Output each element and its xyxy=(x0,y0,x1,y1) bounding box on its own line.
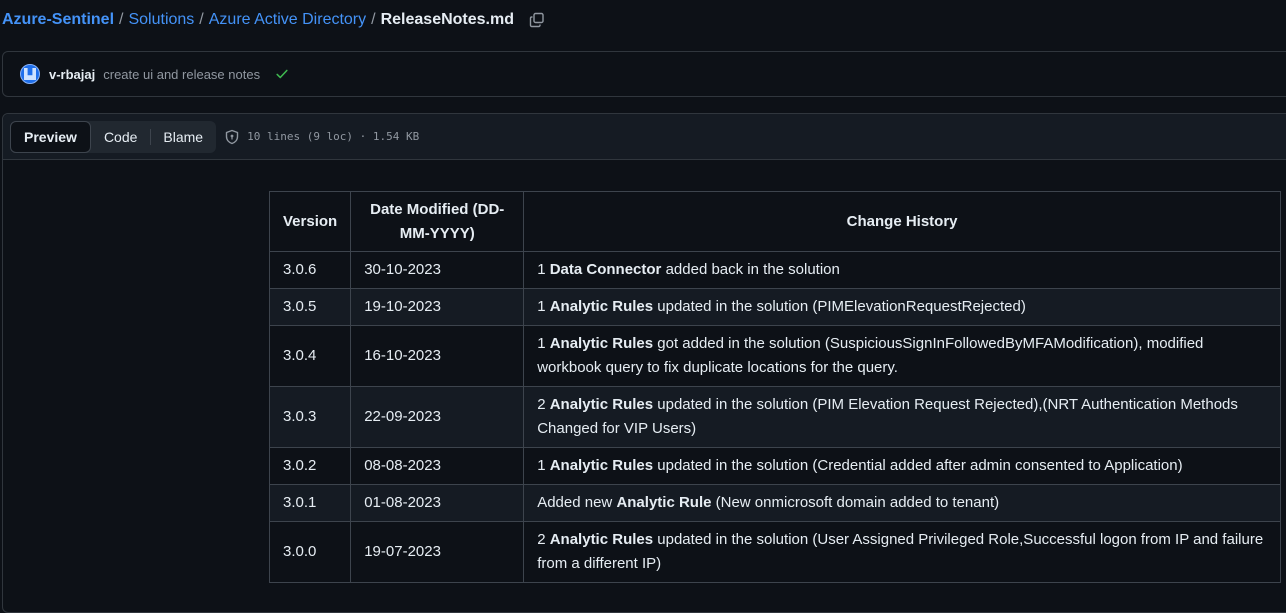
cell-version: 3.0.6 xyxy=(268,251,352,289)
table-row: 3.0.6 30-10-2023 1 Data Connector added … xyxy=(268,251,1281,289)
commit-message-link[interactable]: create ui and release notes xyxy=(103,67,260,82)
change-text: 2 xyxy=(537,531,550,548)
change-bold-text: Analytic Rules xyxy=(549,531,654,548)
cell-date: 19-07-2023 xyxy=(350,521,525,583)
breadcrumb-separator: / xyxy=(199,11,204,28)
cell-version: 3.0.1 xyxy=(268,484,352,522)
change-text: updated in the solution (PIMElevationReq… xyxy=(653,298,1026,315)
change-bold-text: Analytic Rules xyxy=(549,396,654,413)
cell-change: 1 Data Connector added back in the solut… xyxy=(523,251,1281,289)
cell-version: 3.0.3 xyxy=(268,386,352,448)
cell-change: 1 Analytic Rules updated in the solution… xyxy=(523,288,1281,326)
change-text: 1 xyxy=(537,335,550,352)
latest-commit-bar: v-rbajaj create ui and release notes xyxy=(2,51,1286,97)
table-header-row: Version Date Modified (DD-MM-YYYY) Chang… xyxy=(268,191,1281,252)
change-text: added back in the solution xyxy=(661,261,840,278)
cell-change: 2 Analytic Rules updated in the solution… xyxy=(523,386,1281,448)
cell-date: 22-09-2023 xyxy=(350,386,525,448)
cell-version: 3.0.5 xyxy=(268,288,352,326)
cell-version: 3.0.0 xyxy=(268,521,352,583)
change-bold-text: Analytic Rules xyxy=(549,298,654,315)
change-text: 1 xyxy=(537,298,550,315)
copy-path-button[interactable] xyxy=(527,10,547,30)
table-row: 3.0.4 16-10-2023 1 Analytic Rules got ad… xyxy=(268,325,1281,387)
check-icon[interactable] xyxy=(275,67,289,81)
file-viewer: Preview Code Blame 10 lines (9 loc) · 1.… xyxy=(2,113,1286,613)
cell-version: 3.0.2 xyxy=(268,447,352,485)
breadcrumb: Azure-Sentinel / Solutions / Azure Activ… xyxy=(2,8,547,32)
cell-date: 19-10-2023 xyxy=(350,288,525,326)
breadcrumb-file-name: ReleaseNotes.md xyxy=(380,11,514,28)
change-text: 1 xyxy=(537,457,550,474)
change-bold-text: Analytic Rules xyxy=(549,457,654,474)
breadcrumb-separator: / xyxy=(371,11,376,28)
cell-change: Added new Analytic Rule (New onmicrosoft… xyxy=(523,484,1281,522)
table-row: 3.0.3 22-09-2023 2 Analytic Rules update… xyxy=(268,386,1281,448)
release-notes-table: Version Date Modified (DD-MM-YYYY) Chang… xyxy=(268,191,1281,583)
file-header: Preview Code Blame 10 lines (9 loc) · 1.… xyxy=(3,114,1286,160)
change-text: updated in the solution (Credential adde… xyxy=(653,457,1183,474)
breadcrumb-repo-link[interactable]: Azure-Sentinel xyxy=(2,11,114,29)
commit-author-link[interactable]: v-rbajaj xyxy=(49,67,95,82)
cell-date: 01-08-2023 xyxy=(350,484,525,522)
cell-change: 2 Analytic Rules updated in the solution… xyxy=(523,521,1281,583)
column-header-change-history: Change History xyxy=(523,191,1281,252)
breadcrumb-solutions-link[interactable]: Solutions xyxy=(128,11,194,29)
breadcrumb-aad-link[interactable]: Azure Active Directory xyxy=(209,11,366,29)
avatar[interactable] xyxy=(20,64,40,84)
tab-code[interactable]: Code xyxy=(91,121,150,153)
table-row: 3.0.2 08-08-2023 1 Analytic Rules update… xyxy=(268,447,1281,485)
cell-change: 1 Analytic Rules got added in the soluti… xyxy=(523,325,1281,387)
file-info: 10 lines (9 loc) · 1.54 KB xyxy=(247,130,420,143)
cell-change: 1 Analytic Rules updated in the solution… xyxy=(523,447,1281,485)
cell-date: 30-10-2023 xyxy=(350,251,525,289)
change-text: 2 xyxy=(537,396,550,413)
table-row: 3.0.0 19-07-2023 2 Analytic Rules update… xyxy=(268,521,1281,583)
cell-version: 3.0.4 xyxy=(268,325,352,387)
change-text: Added new xyxy=(537,494,617,511)
tab-blame[interactable]: Blame xyxy=(150,121,216,153)
change-bold-text: Analytic Rule xyxy=(616,494,712,511)
change-bold-text: Analytic Rules xyxy=(549,335,654,352)
cell-date: 08-08-2023 xyxy=(350,447,525,485)
copy-icon xyxy=(529,12,544,28)
table-row: 3.0.1 01-08-2023 Added new Analytic Rule… xyxy=(268,484,1281,522)
column-header-version: Version xyxy=(268,191,352,252)
breadcrumb-separator: / xyxy=(119,11,124,28)
column-header-date: Date Modified (DD-MM-YYYY) xyxy=(350,191,525,252)
tab-preview[interactable]: Preview xyxy=(10,120,91,153)
table-row: 3.0.5 19-10-2023 1 Analytic Rules update… xyxy=(268,288,1281,326)
change-text: (New onmicrosoft domain added to tenant) xyxy=(711,494,1000,511)
cell-date: 16-10-2023 xyxy=(350,325,525,387)
change-bold-text: Data Connector xyxy=(549,261,662,278)
shield-icon[interactable] xyxy=(224,129,240,145)
change-text: 1 xyxy=(537,261,550,278)
view-mode-switch: Preview Code Blame xyxy=(10,120,217,153)
